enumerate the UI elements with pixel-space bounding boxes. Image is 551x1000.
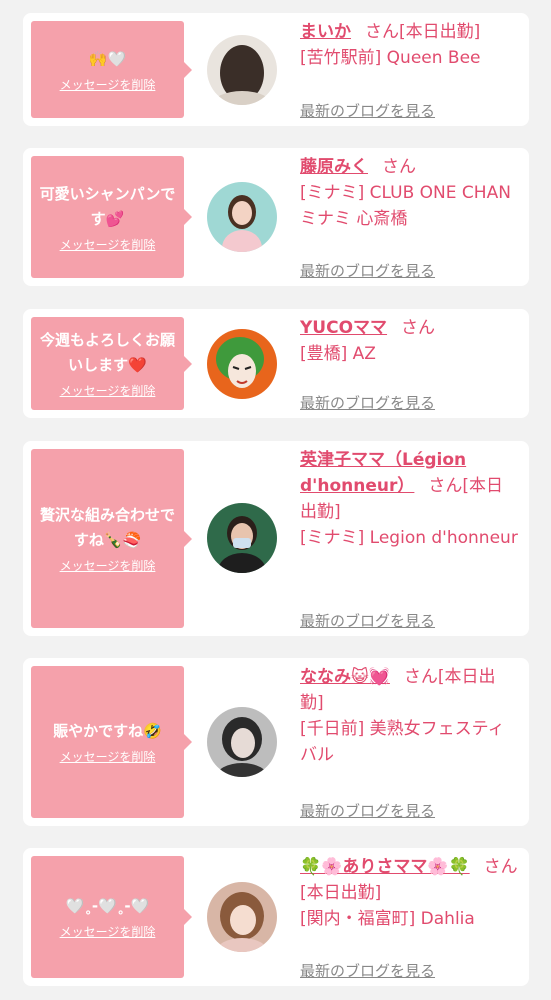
user-name-link[interactable]: YUCOママ <box>300 318 387 338</box>
delete-message-link[interactable]: メッセージを削除 <box>60 236 156 253</box>
user-info: YUCOママ さん [豊橋] AZ <box>300 315 519 367</box>
message-bubble: 🙌🤍 メッセージを削除 <box>31 21 192 118</box>
avatar[interactable] <box>207 503 277 573</box>
shop-name: [豊橋] AZ <box>300 344 376 364</box>
message-text: 🙌🤍 <box>88 49 127 68</box>
message-card: 贅沢な組み合わせですね🍾🍣 メッセージを削除 英津子ママ（Légion d'ho… <box>23 441 529 636</box>
message-text: 🤍˳-🤍˳-🤍 <box>65 897 150 915</box>
latest-blog-link[interactable]: 最新のブログを見る <box>300 260 435 281</box>
message-card: 🤍˳-🤍˳-🤍 メッセージを削除 🍀🌸ありさママ🌸🍀 さん[本日出勤] [関内・福… <box>23 848 529 986</box>
user-name-link[interactable]: ななみ😺💓 <box>300 667 390 687</box>
message-bubble: 今週もよろしくお願いします❤️ メッセージを削除 <box>31 317 192 410</box>
user-suffix: さん <box>382 157 416 177</box>
delete-message-link[interactable]: メッセージを削除 <box>60 748 156 765</box>
avatar[interactable] <box>207 182 277 252</box>
shop-name: [千日前] 美熟女フェスティバル <box>300 719 505 765</box>
latest-blog-link[interactable]: 最新のブログを見る <box>300 610 435 631</box>
message-bubble: 可愛いシャンパンです💕 メッセージを削除 <box>31 156 192 278</box>
user-info: ななみ😺💓 さん[本日出勤] [千日前] 美熟女フェスティバル <box>300 664 519 768</box>
user-info: まいか さん[本日出勤] [苦竹駅前] Queen Bee <box>300 19 519 71</box>
message-card: 可愛いシャンパンです💕 メッセージを削除 藤原みく さん [ミナミ] CLUB O… <box>23 148 529 286</box>
message-text: 可愛いシャンパンです💕 <box>39 184 176 228</box>
user-info: 英津子ママ（Légion d'honneur） さん[本日出勤] [ミナミ] Le… <box>300 447 519 551</box>
user-name-link[interactable]: 🍀🌸ありさママ🌸🍀 <box>300 857 470 877</box>
message-bubble: 🤍˳-🤍˳-🤍 メッセージを削除 <box>31 856 192 978</box>
message-bubble: 賑やかですね🤣 メッセージを削除 <box>31 666 192 818</box>
user-info: 🍀🌸ありさママ🌸🍀 さん[本日出勤] [関内・福富町] Dahlia <box>300 854 519 932</box>
shop-name: [ミナミ] Legion d'honneur <box>300 528 518 548</box>
delete-message-link[interactable]: メッセージを削除 <box>60 382 156 399</box>
delete-message-link[interactable]: メッセージを削除 <box>60 76 156 93</box>
shop-name: [ミナミ] CLUB ONE CHAN ミナミ 心斎橋 <box>300 183 511 229</box>
message-card: 🙌🤍 メッセージを削除 まいか さん[本日出勤] [苦竹駅前] Queen Bee… <box>23 13 529 126</box>
delete-message-link[interactable]: メッセージを削除 <box>60 923 156 940</box>
user-suffix: さん[本日出勤] <box>365 22 481 42</box>
latest-blog-link[interactable]: 最新のブログを見る <box>300 800 435 821</box>
user-name-link[interactable]: 藤原みく <box>300 157 368 177</box>
delete-message-link[interactable]: メッセージを削除 <box>60 557 156 574</box>
shop-name: [関内・福富町] Dahlia <box>300 909 475 929</box>
user-suffix: さん <box>401 318 436 338</box>
message-text: 賑やかですね🤣 <box>53 722 162 740</box>
latest-blog-link[interactable]: 最新のブログを見る <box>300 100 435 121</box>
user-name-link[interactable]: まいか <box>300 22 351 42</box>
avatar[interactable] <box>207 35 277 105</box>
message-text: 贅沢な組み合わせですね🍾🍣 <box>39 506 175 549</box>
message-bubble: 贅沢な組み合わせですね🍾🍣 メッセージを削除 <box>31 449 192 628</box>
message-card: 賑やかですね🤣 メッセージを削除 ななみ😺💓 さん[本日出勤] [千日前] 美熟女… <box>23 658 529 826</box>
latest-blog-link[interactable]: 最新のブログを見る <box>300 392 435 413</box>
message-card: 今週もよろしくお願いします❤️ メッセージを削除 YUCOママ さん [豊橋] A… <box>23 309 529 418</box>
avatar[interactable] <box>207 707 277 777</box>
shop-name: [苦竹駅前] Queen Bee <box>300 48 481 68</box>
avatar[interactable] <box>207 882 277 952</box>
user-info: 藤原みく さん [ミナミ] CLUB ONE CHAN ミナミ 心斎橋 <box>300 154 519 232</box>
avatar[interactable] <box>207 329 277 399</box>
latest-blog-link[interactable]: 最新のブログを見る <box>300 960 435 981</box>
message-text: 今週もよろしくお願いします❤️ <box>39 331 175 374</box>
